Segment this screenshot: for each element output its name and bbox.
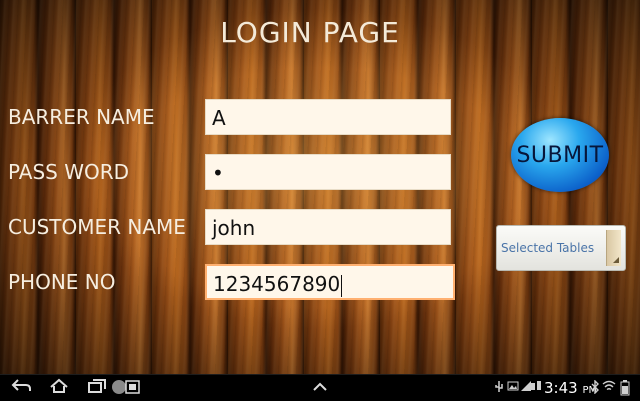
clock-time: 3:43 (544, 379, 578, 397)
home-icon[interactable] (46, 378, 72, 398)
image-icon (507, 380, 519, 397)
submit-label: SUBMIT (516, 142, 604, 168)
phone-input[interactable]: 1234567890 (205, 264, 455, 300)
page-title: LOGIN PAGE (220, 16, 400, 49)
submit-button[interactable]: SUBMIT (511, 118, 609, 192)
chevron-up-icon[interactable] (310, 378, 330, 398)
customer-name-label: CUSTOMER NAME (8, 215, 186, 239)
recent-apps-icon[interactable] (84, 378, 110, 398)
bluetooth-icon (590, 379, 600, 399)
barrer-name-label: BARRER NAME (8, 105, 155, 129)
password-input[interactable]: • (205, 154, 451, 190)
spinner-selected-text: Selected Tables (501, 241, 595, 255)
phone-value: 1234567890 (213, 272, 341, 296)
password-label: PASS WORD (8, 160, 130, 184)
password-value: • (212, 161, 224, 185)
wifi-signal-icon (602, 380, 616, 397)
barrer-name-value: A (212, 106, 226, 130)
phone-label: PHONE NO (8, 270, 116, 294)
customer-name-input[interactable]: john (205, 209, 451, 245)
text-cursor (341, 274, 343, 297)
customer-name-value: john (212, 216, 256, 240)
battery-icon (620, 380, 630, 401)
barrer-name-input[interactable]: A (205, 99, 451, 135)
signal-icon (530, 380, 542, 397)
screenshot-icon[interactable] (110, 378, 142, 398)
tables-spinner[interactable]: Selected Tables (496, 225, 626, 271)
usb-icon (493, 380, 505, 399)
system-navigation-bar: 3:43 PM (0, 374, 640, 401)
spinner-arrow-icon (606, 230, 621, 266)
back-arrow-icon[interactable] (8, 378, 34, 398)
